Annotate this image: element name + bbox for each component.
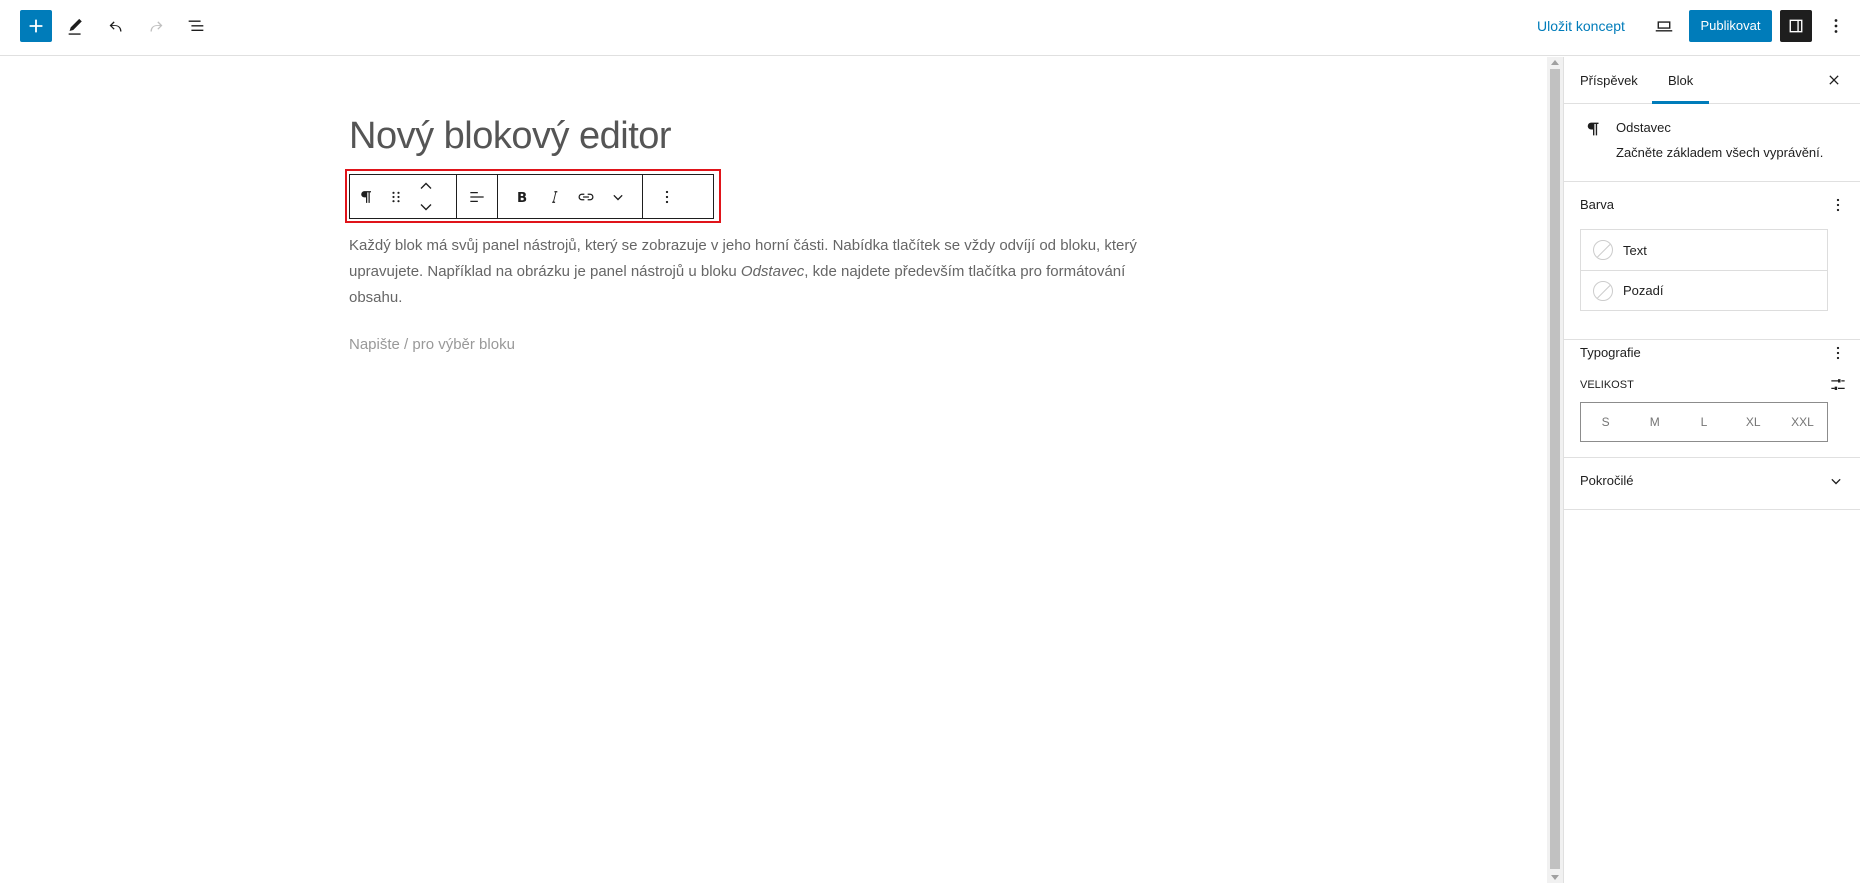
chevron-down-icon <box>420 203 432 210</box>
pencil-icon <box>68 18 82 35</box>
toolbar-group-align <box>457 175 498 218</box>
advanced-panel-title[interactable]: Pokročilé <box>1580 473 1633 488</box>
chevron-down-icon <box>1831 478 1841 485</box>
list-view-icon <box>188 20 204 32</box>
block-toolbar: B <box>349 174 714 219</box>
redo-button[interactable] <box>140 10 172 42</box>
tab-block[interactable]: Blok <box>1652 57 1709 104</box>
editor-canvas: Nový blokový editor B Každý blok má svůj… <box>0 57 1547 883</box>
background-color-option[interactable]: Pozadí <box>1581 270 1827 310</box>
vertical-ellipsis-icon <box>1834 19 1838 33</box>
desktop-preview-icon <box>1655 21 1673 32</box>
scrollbar-thumb[interactable] <box>1550 69 1560 869</box>
block-card: Odstavec Začněte základem všech vyprávěn… <box>1564 104 1860 182</box>
advanced-panel-toggle[interactable] <box>1824 469 1848 493</box>
panel-divider <box>1564 339 1860 340</box>
options-menu-button[interactable] <box>1820 10 1852 42</box>
move-down-button[interactable] <box>410 196 442 217</box>
color-panel-title: Barva <box>1580 197 1614 212</box>
font-size-l[interactable]: L <box>1679 403 1728 441</box>
typography-panel-options-button[interactable] <box>1826 341 1850 365</box>
more-formatting-button[interactable] <box>602 175 634 218</box>
settings-sidebar: Příspěvek Blok Odstavec Začněte základem… <box>1563 57 1860 883</box>
bold-icon: B <box>517 191 527 206</box>
color-options: Text Pozadí <box>1580 229 1828 311</box>
editor-header: Uložit koncept Publikovat <box>0 0 1860 56</box>
plus-icon <box>29 19 43 33</box>
chevron-down-icon <box>613 194 623 200</box>
settings-toggle-button[interactable] <box>1780 10 1812 42</box>
background-color-label: Pozadí <box>1623 283 1664 298</box>
custom-size-button[interactable] <box>1828 375 1848 395</box>
bold-button[interactable]: B <box>506 175 538 218</box>
close-icon <box>1829 75 1839 85</box>
move-up-button[interactable] <box>410 175 442 196</box>
block-placeholder[interactable]: Napište / pro výběr bloku <box>349 336 515 353</box>
font-size-xxl[interactable]: XXL <box>1778 403 1827 441</box>
empty-swatch-icon <box>1593 280 1613 301</box>
redo-icon <box>150 21 163 32</box>
vertical-ellipsis-icon <box>1836 198 1840 212</box>
vertical-ellipsis-icon <box>1836 346 1840 360</box>
tab-post[interactable]: Příspěvek <box>1564 57 1654 104</box>
italic-icon <box>552 190 558 203</box>
font-size-m[interactable]: M <box>1630 403 1679 441</box>
mover <box>410 175 442 218</box>
vertical-ellipsis-icon <box>665 190 669 203</box>
block-type-button[interactable] <box>350 175 382 218</box>
scroll-down-arrow[interactable] <box>1551 875 1559 880</box>
font-size-label: Velikost <box>1580 379 1634 391</box>
scroll-up-arrow[interactable] <box>1551 60 1559 65</box>
sidebar-icon <box>1789 19 1803 33</box>
close-sidebar-button[interactable] <box>1819 65 1849 95</box>
block-card-description: Začněte základem všech vyprávění. <box>1616 145 1824 160</box>
panel-divider <box>1564 457 1860 458</box>
paragraph-italic-text: Odstavec <box>740 263 805 280</box>
paragraph-block[interactable]: Každý blok má svůj panel nástrojů, který… <box>349 233 1149 311</box>
drag-handle[interactable] <box>382 175 410 218</box>
canvas-scrollbar[interactable] <box>1547 57 1563 883</box>
drag-handle-icon <box>392 191 400 202</box>
font-size-xl[interactable]: XL <box>1729 403 1778 441</box>
align-button[interactable] <box>461 175 493 218</box>
align-left-icon <box>470 191 484 202</box>
block-inserter-button[interactable] <box>20 10 52 42</box>
toolbar-group-block <box>350 175 457 218</box>
link-button[interactable] <box>570 175 602 218</box>
color-panel-options-button[interactable] <box>1826 193 1850 217</box>
panel-divider <box>1564 509 1860 510</box>
document-overview-button[interactable] <box>180 10 212 42</box>
post-title[interactable]: Nový blokový editor <box>349 115 672 158</box>
undo-button[interactable] <box>100 10 132 42</box>
typography-panel-title: Typografie <box>1580 345 1641 360</box>
paragraph-icon <box>1587 122 1599 136</box>
chevron-up-icon <box>420 182 432 189</box>
empty-swatch-icon <box>1593 240 1613 260</box>
tools-button[interactable] <box>60 10 92 42</box>
sidebar-tabs: Příspěvek Blok <box>1564 57 1860 104</box>
svg-text:B: B <box>517 191 527 206</box>
undo-icon <box>109 21 122 32</box>
publish-button[interactable]: Publikovat <box>1689 10 1772 42</box>
block-card-title: Odstavec <box>1616 120 1671 135</box>
font-size-picker: S M L XL XXL <box>1580 402 1828 442</box>
italic-button[interactable] <box>538 175 570 218</box>
link-icon <box>578 193 594 200</box>
text-color-option[interactable]: Text <box>1581 230 1827 270</box>
settings-sliders-icon <box>1831 379 1845 390</box>
toolbar-group-format: B <box>498 175 643 218</box>
paragraph-icon <box>361 190 371 203</box>
block-options-button[interactable] <box>651 175 683 218</box>
save-draft-button[interactable]: Uložit koncept <box>1537 14 1625 38</box>
preview-button[interactable] <box>1648 10 1680 42</box>
toolbar-group-options <box>643 175 691 218</box>
text-color-label: Text <box>1623 242 1647 258</box>
font-size-s[interactable]: S <box>1581 403 1630 441</box>
